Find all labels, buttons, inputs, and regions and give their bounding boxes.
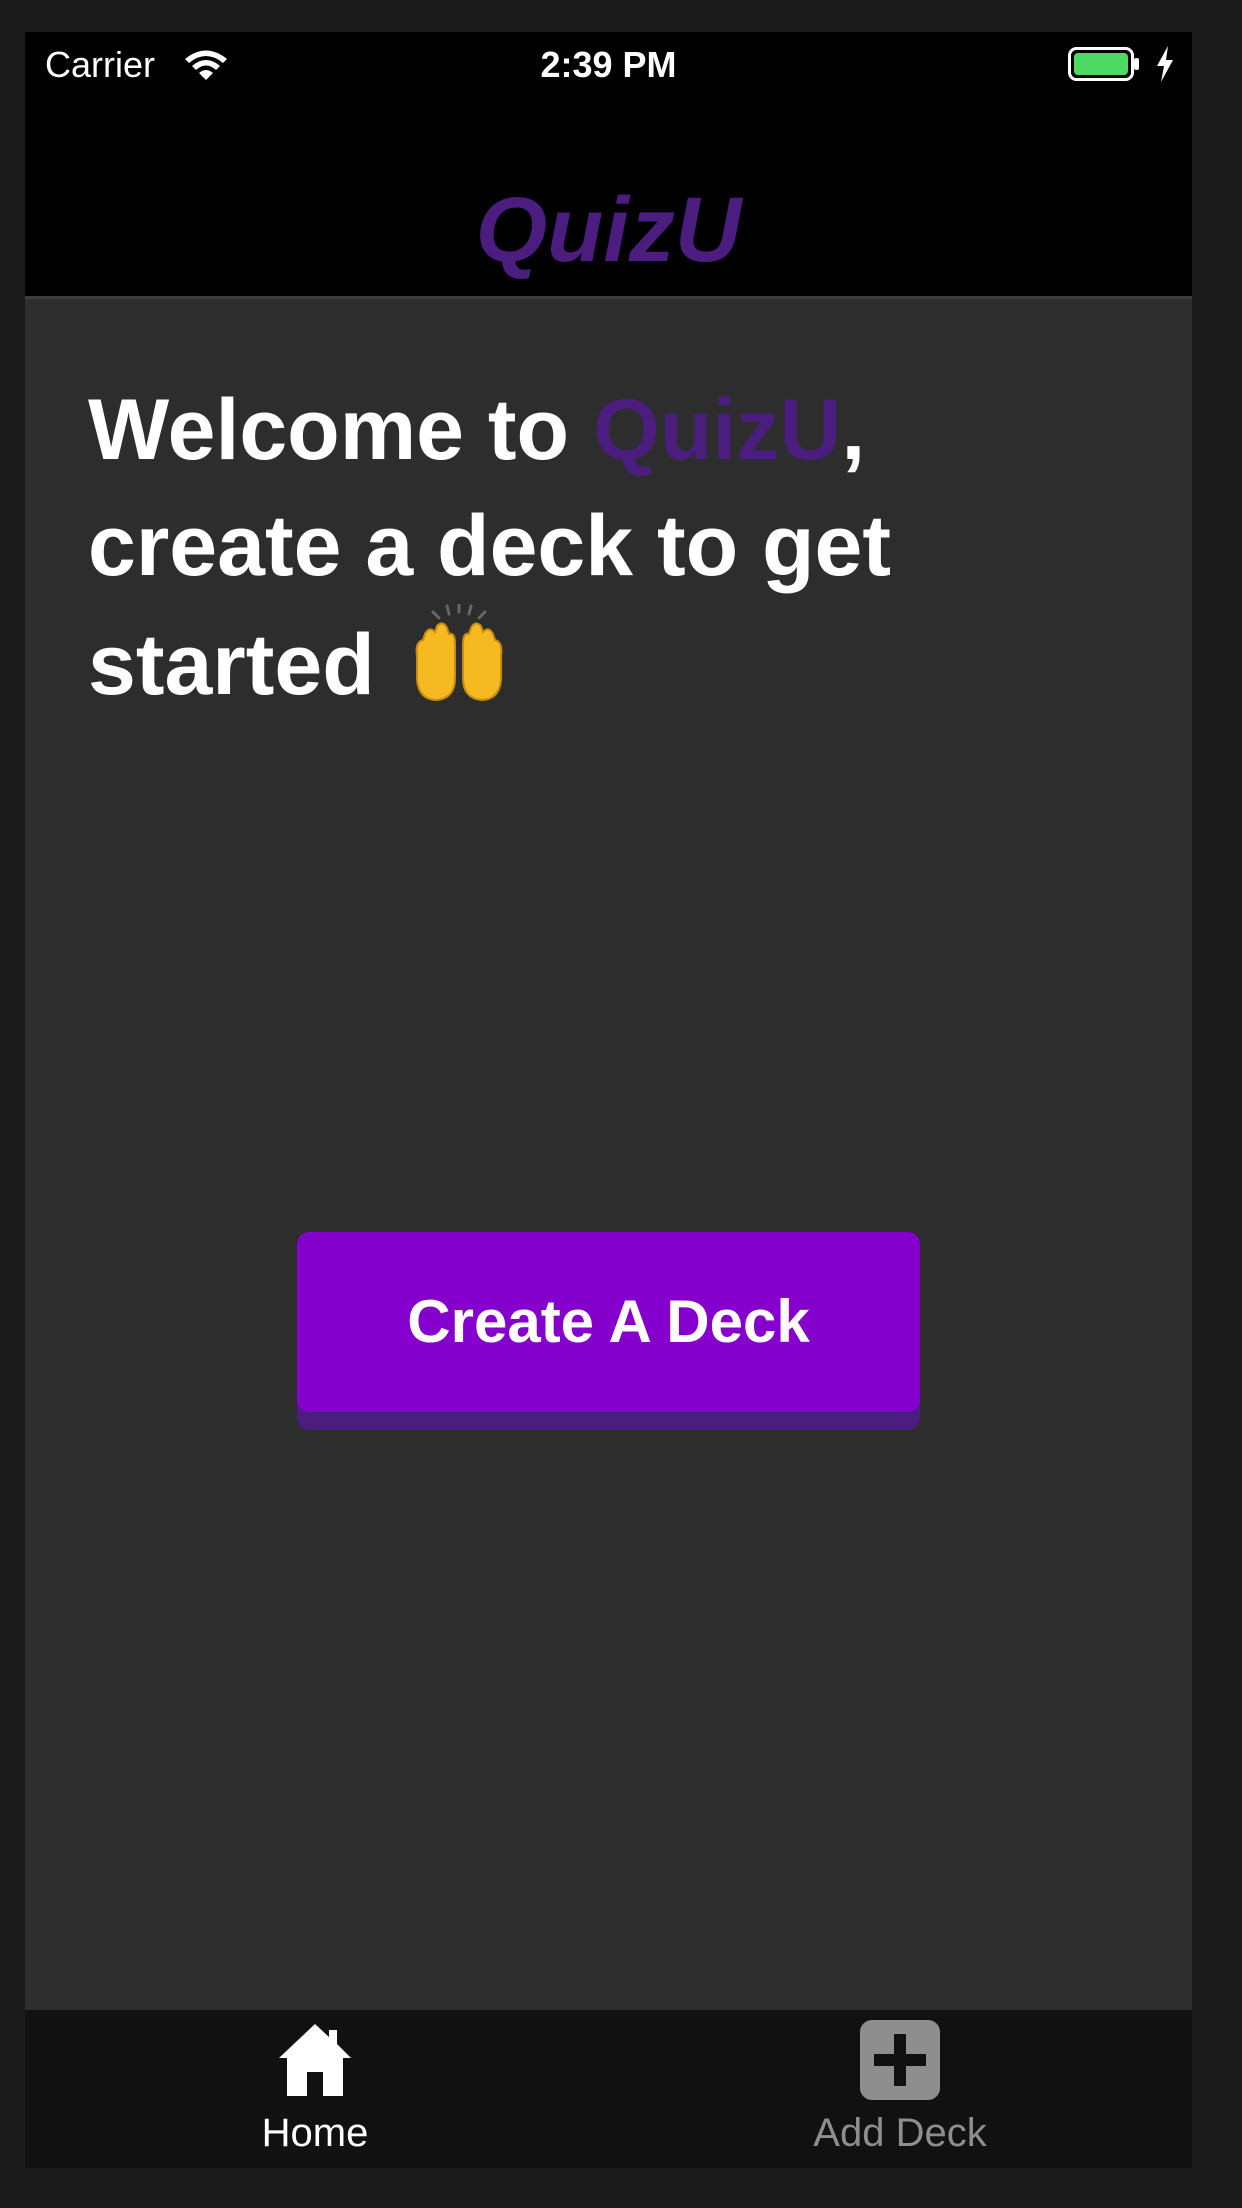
status-bar: Carrier 2:39 PM [25,32,1192,132]
raising-hands-icon [415,604,503,702]
create-deck-button[interactable]: Create A Deck [297,1232,920,1412]
app-title: QuizU [475,179,742,281]
home-icon [279,2024,351,2096]
battery-icon [1068,47,1139,81]
welcome-brand: QuizU [592,382,842,478]
plus-square-icon [860,2020,940,2100]
navigation-header: QuizU [25,132,1192,299]
welcome-message: Welcome to QuizU, create a deck to get s… [88,372,1108,723]
clock-time: 2:39 PM [540,44,677,85]
tab-home[interactable]: Home [165,2010,465,2168]
tab-add-deck[interactable]: Add Deck [750,2010,1050,2168]
bolt-icon [1157,46,1173,82]
welcome-prefix: Welcome to [88,382,593,478]
tab-add-deck-label: Add Deck [813,2111,987,2155]
tab-home-label: Home [261,2111,369,2155]
app-screen: Carrier 2:39 PM QuizU Welcome to QuizU, … [25,32,1192,2168]
tab-bar: Home Add Deck [25,2010,1192,2168]
